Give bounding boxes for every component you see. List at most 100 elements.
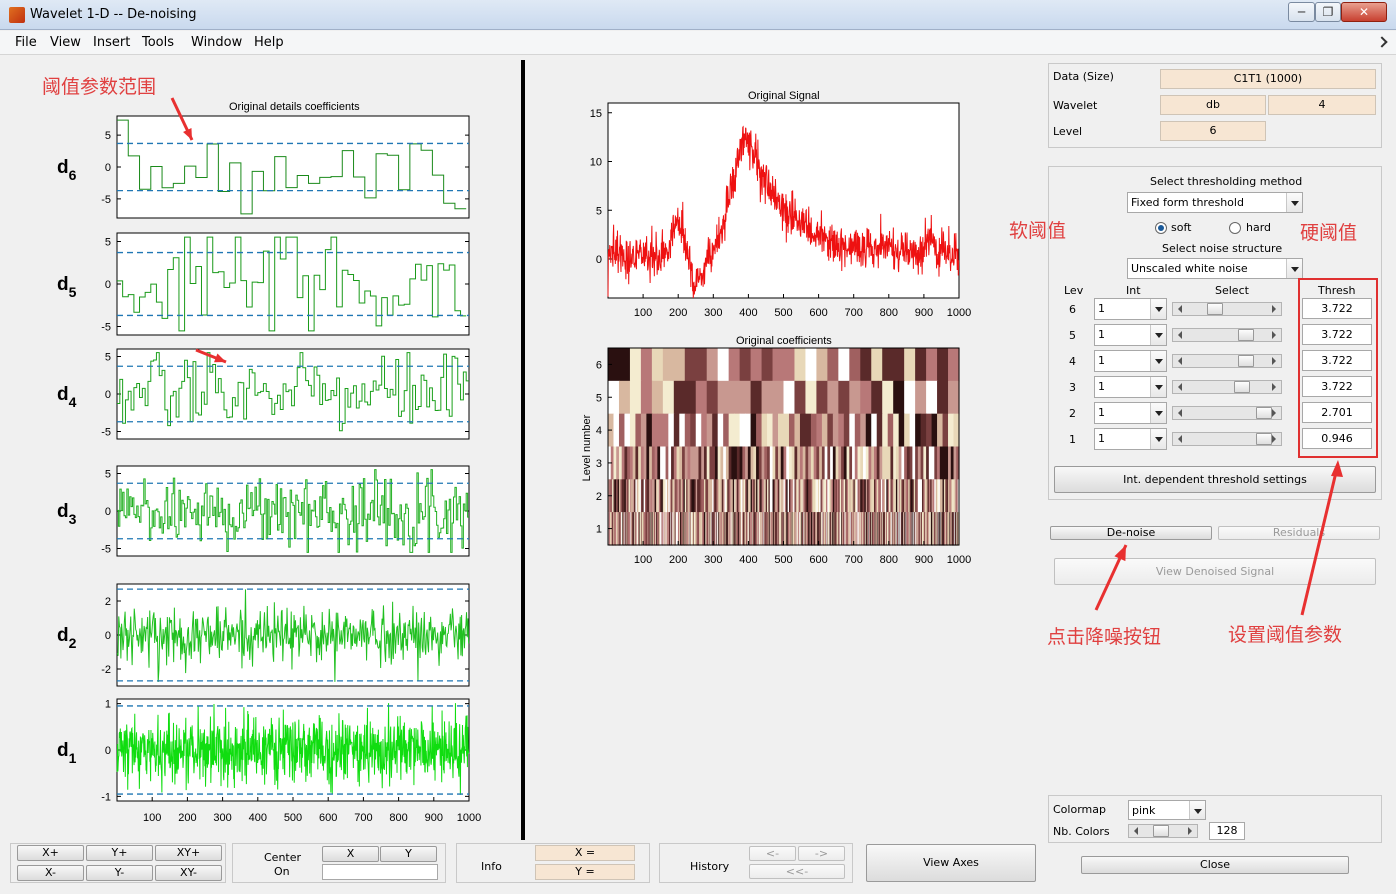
- heatmap-cell: [783, 413, 790, 448]
- x-tick-label: 700: [845, 554, 863, 566]
- zoom-y-minus-button[interactable]: Y-: [86, 865, 153, 881]
- x-tick-label: 1000: [947, 554, 971, 566]
- heatmap-cell: [805, 413, 812, 448]
- history-forward-button[interactable]: ->: [798, 846, 845, 861]
- center-x-button[interactable]: X: [322, 846, 379, 862]
- heatmap-cell: [750, 413, 757, 448]
- zoom-xy-plus-button[interactable]: XY+: [155, 845, 222, 861]
- radio-dot-icon: [1158, 225, 1164, 231]
- row-lev-5: 5: [1069, 329, 1076, 342]
- heatmap-cell: [662, 380, 675, 415]
- y-tick-label: 5: [105, 130, 111, 142]
- heatmap-cell: [876, 413, 883, 448]
- int-select-2[interactable]: 1: [1094, 402, 1167, 424]
- heatmap-cell: [701, 413, 708, 448]
- method-label: Select thresholding method: [1150, 175, 1303, 188]
- threshold-slider-2[interactable]: [1172, 406, 1282, 420]
- heatmap-cell: [772, 380, 785, 415]
- nb-colors-value[interactable]: 128: [1209, 822, 1245, 840]
- int-select-6[interactable]: 1: [1094, 298, 1167, 320]
- y-tick-label: 2: [105, 596, 111, 608]
- zoom-x-minus-button[interactable]: X-: [17, 865, 84, 881]
- x-tick-label: 500: [774, 307, 792, 319]
- signal-title: Original Signal: [748, 90, 820, 102]
- detail-panel-d6: 5 0 -5 d6: [57, 115, 470, 219]
- y-tick-label: 5: [596, 392, 602, 404]
- center-on-field[interactable]: [322, 864, 438, 880]
- heatmap-cell: [734, 413, 741, 448]
- chevron-down-icon: [1189, 801, 1205, 819]
- slider-thumb[interactable]: [1234, 381, 1250, 393]
- x-tick-label: 400: [249, 812, 267, 824]
- heatmap-cell: [618, 413, 626, 448]
- heatmap-cell: [871, 380, 883, 415]
- int-value: 1: [1098, 302, 1105, 315]
- close-window-button[interactable]: ✕: [1341, 2, 1387, 22]
- x-tick-label: 300: [704, 307, 722, 319]
- history-back-button[interactable]: <-: [749, 846, 796, 861]
- center-y-button[interactable]: Y: [380, 846, 437, 862]
- heatmap-cell: [695, 413, 702, 448]
- zoom-y-plus-button[interactable]: Y+: [86, 845, 153, 861]
- colormap-select[interactable]: pink: [1128, 800, 1206, 820]
- int-select-5[interactable]: 1: [1094, 324, 1167, 346]
- slider-thumb[interactable]: [1238, 329, 1254, 341]
- arrow-denoise-head: [1114, 545, 1126, 562]
- zoom-x-plus-button[interactable]: X+: [17, 845, 84, 861]
- minimize-button[interactable]: ─: [1288, 2, 1315, 22]
- arrow-left-icon: [1174, 357, 1182, 365]
- heatmap-cell: [651, 413, 658, 448]
- y-tick-label: -2: [101, 664, 111, 676]
- zoom-xy-minus-button[interactable]: XY-: [155, 865, 222, 881]
- chevron-down-icon: [1150, 299, 1166, 319]
- chevron-down-icon: [1286, 259, 1302, 278]
- history-begin-button[interactable]: <<-: [749, 864, 845, 879]
- y-tick-label: 5: [596, 205, 602, 217]
- noise-structure-select[interactable]: Unscaled white noise: [1127, 258, 1303, 279]
- nb-colors-slider[interactable]: [1128, 824, 1198, 838]
- threshold-slider-6[interactable]: [1172, 302, 1282, 316]
- heatmap-cell: [860, 348, 872, 382]
- y-tick-label: -5: [101, 544, 111, 556]
- hard-label: hard: [1246, 221, 1272, 234]
- int-select-4[interactable]: 1: [1094, 350, 1167, 372]
- y-tick-label: 1: [105, 699, 111, 711]
- detail-level-subscript: 3: [69, 511, 77, 527]
- thresh-highlight-box: [1298, 278, 1378, 458]
- noise-structure-label: Select noise structure: [1162, 242, 1283, 255]
- heatmap-cell: [629, 348, 642, 382]
- arrow-set-threshold-head: [1331, 460, 1343, 477]
- y-tick-label: 0: [105, 389, 111, 401]
- heatmap-cell: [750, 348, 763, 382]
- threshold-method-select[interactable]: Fixed form threshold: [1127, 192, 1303, 213]
- heatmap-cell: [931, 413, 938, 448]
- threshold-slider-5[interactable]: [1172, 328, 1282, 342]
- soft-radio[interactable]: [1155, 222, 1167, 234]
- heatmap-cell: [860, 413, 867, 448]
- col-lev-header: Lev: [1064, 284, 1084, 297]
- slider-thumb[interactable]: [1153, 825, 1169, 837]
- heatmap-cell: [640, 348, 653, 382]
- heatmap-cell: [904, 413, 911, 448]
- heatmap-cell: [827, 413, 834, 448]
- nb-colors-label: Nb. Colors: [1053, 825, 1110, 838]
- slider-thumb[interactable]: [1256, 407, 1272, 419]
- heatmap-cell: [640, 380, 653, 415]
- heatmap-cell: [860, 380, 872, 415]
- slider-thumb[interactable]: [1238, 355, 1254, 367]
- heatmap-cell: [937, 348, 949, 382]
- heatmap-cell: [624, 413, 631, 448]
- x-tick-label: 100: [143, 812, 161, 824]
- slider-thumb[interactable]: [1207, 303, 1223, 315]
- int-select-3[interactable]: 1: [1094, 376, 1167, 398]
- restore-button[interactable]: ❐: [1315, 2, 1341, 22]
- close-button[interactable]: Close: [1081, 856, 1349, 874]
- threshold-method-value: Fixed form threshold: [1131, 196, 1244, 209]
- heatmap-cell: [673, 413, 680, 448]
- view-axes-button[interactable]: View Axes: [866, 844, 1036, 882]
- threshold-slider-3[interactable]: [1172, 380, 1282, 394]
- heatmap-cell: [767, 413, 774, 448]
- hard-radio[interactable]: [1229, 222, 1241, 234]
- threshold-slider-4[interactable]: [1172, 354, 1282, 368]
- detail-level-subscript: 4: [69, 394, 77, 410]
